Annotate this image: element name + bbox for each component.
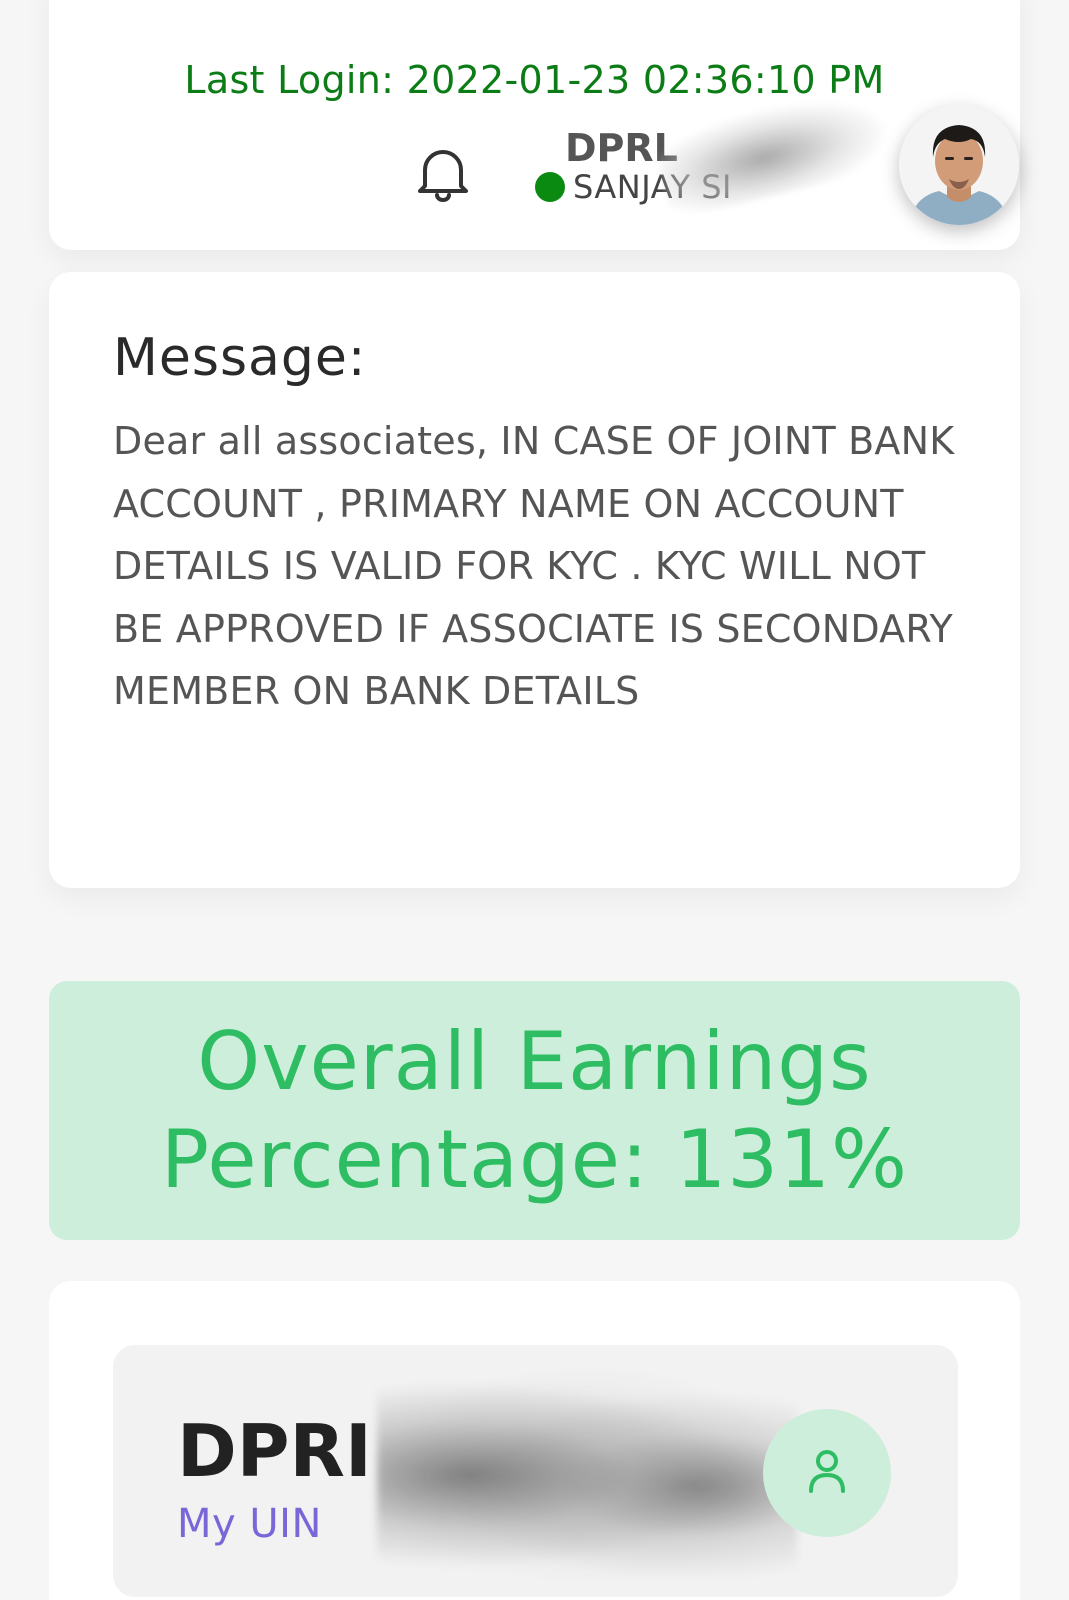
earnings-banner: Overall Earnings Percentage: 131% [49,981,1020,1240]
header-card: Last Login: 2022-01-23 02:36:10 PM DPRL … [49,0,1020,250]
earnings-percentage-text: Overall Earnings Percentage: 131% [160,1014,909,1206]
message-card: Message: Dear all associates, IN CASE OF… [49,272,1020,888]
redaction-scribble [377,1365,797,1585]
message-title: Message: [113,328,367,388]
dashboard-page: Last Login: 2022-01-23 02:36:10 PM DPRL … [0,0,1069,1600]
uin-tile[interactable]: DPRI My UIN [113,1345,958,1597]
message-body: Dear all associates, IN CASE OF JOINT BA… [113,419,955,713]
user-icon [799,1443,855,1503]
uin-label: My UIN [177,1501,322,1547]
avatar[interactable] [899,105,1019,225]
online-status-dot [535,172,565,202]
bell-icon[interactable] [413,142,473,204]
redaction-scribble [652,81,896,221]
uin-card: DPRI My UIN [49,1281,1020,1600]
uin-icon-badge [763,1409,891,1537]
uin-value: DPRI [177,1409,372,1493]
